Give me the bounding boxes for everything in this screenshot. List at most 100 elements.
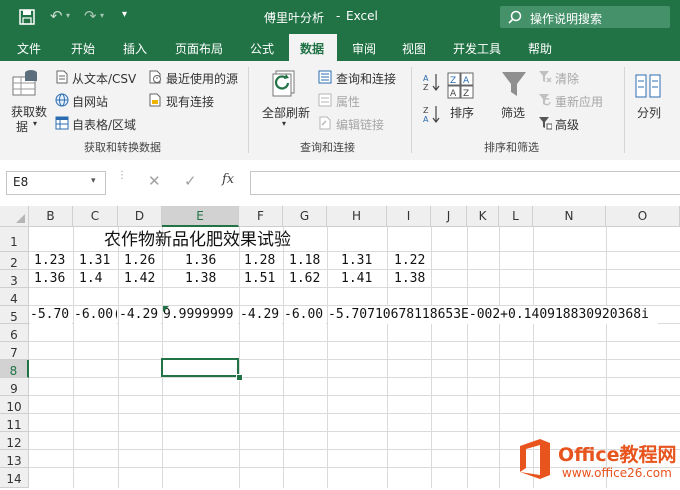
cell-f5[interactable]: -4.29 xyxy=(240,306,282,324)
get-data-button[interactable] xyxy=(11,67,41,102)
get-data-dropdown-icon[interactable]: ▾ xyxy=(33,119,37,128)
name-box[interactable]: E8 ▾ xyxy=(6,171,106,195)
properties-button[interactable]: 属性 xyxy=(336,93,360,110)
clear-button[interactable]: 清除 xyxy=(555,70,579,87)
cell-e2[interactable]: 1.36 xyxy=(185,252,216,270)
column-header-h[interactable]: H xyxy=(327,206,387,227)
cell-i3[interactable]: 1.38 xyxy=(394,270,425,288)
cell-e3[interactable]: 1.38 xyxy=(185,270,216,288)
column-header-c[interactable]: C xyxy=(73,206,118,227)
row-header-6[interactable]: 6 xyxy=(0,324,29,342)
column-header-b[interactable]: B xyxy=(29,206,73,227)
column-header-o[interactable]: O xyxy=(606,206,680,227)
undo-icon[interactable]: ↶ xyxy=(50,7,63,25)
row-header-9[interactable]: 9 xyxy=(0,378,29,396)
from-text-csv-button[interactable]: 从文本/CSV xyxy=(72,70,136,87)
tab-data[interactable]: 数据 xyxy=(300,40,324,57)
cell-b2[interactable]: 1.23 xyxy=(34,252,65,270)
select-all-corner[interactable] xyxy=(0,206,29,227)
tab-review[interactable]: 审阅 xyxy=(352,40,376,57)
row-header-5[interactable]: 5 xyxy=(0,306,29,324)
fill-handle[interactable] xyxy=(236,374,243,381)
column-header-f[interactable]: F xyxy=(239,206,283,227)
cancel-icon[interactable]: ✕ xyxy=(148,172,161,190)
row-header-7[interactable]: 7 xyxy=(0,342,29,360)
row-header-1[interactable]: 1 xyxy=(0,227,29,252)
text-to-columns-label[interactable]: 分列 xyxy=(637,104,661,121)
column-header-l[interactable]: L xyxy=(499,206,533,227)
customize-toolbar-icon[interactable]: ▾ xyxy=(122,9,127,20)
from-web-button[interactable]: 自网站 xyxy=(72,93,108,110)
text-to-columns-button[interactable] xyxy=(635,72,663,103)
tab-help[interactable]: 帮助 xyxy=(528,40,552,57)
search-box[interactable]: 操作说明搜索 xyxy=(500,6,670,28)
existing-connections-button[interactable]: 现有连接 xyxy=(166,93,214,110)
cell-c2[interactable]: 1.31 xyxy=(79,252,110,270)
column-header-e[interactable]: E xyxy=(162,206,239,227)
cell-h5[interactable]: -5.70710678118653E-002+0.140918830920368… xyxy=(328,306,658,324)
formula-bar-grip-icon[interactable]: ⋮ xyxy=(117,171,127,181)
column-header-i[interactable]: I xyxy=(387,206,431,227)
row-header-11[interactable]: 11 xyxy=(0,414,29,432)
cell-h2[interactable]: 1.31 xyxy=(341,252,372,270)
insert-function-button[interactable]: fx xyxy=(222,172,234,187)
tab-page-layout[interactable]: 页面布局 xyxy=(175,40,223,57)
sort-za-button[interactable]: Z A xyxy=(423,105,441,126)
cell-g2[interactable]: 1.18 xyxy=(289,252,320,270)
name-box-dropdown-icon[interactable]: ▾ xyxy=(91,176,96,186)
selected-cell-e8[interactable] xyxy=(161,358,239,377)
cell-f3[interactable]: 1.51 xyxy=(244,270,275,288)
row-header-8[interactable]: 8 xyxy=(0,360,29,378)
cell-c5[interactable]: -6.00( xyxy=(74,306,117,324)
get-data-label-2[interactable]: 据 xyxy=(16,118,28,135)
column-header-j[interactable]: J xyxy=(431,206,467,227)
recent-sources-button[interactable]: 最近使用的源 xyxy=(166,70,238,87)
column-header-d[interactable]: D xyxy=(118,206,162,227)
tab-insert[interactable]: 插入 xyxy=(123,40,147,57)
column-header-k[interactable]: K xyxy=(467,206,499,227)
advanced-button[interactable]: 高级 xyxy=(555,116,579,133)
cell-h3[interactable]: 1.41 xyxy=(341,270,372,288)
cell-d3[interactable]: 1.42 xyxy=(124,270,155,288)
row-header-3[interactable]: 3 xyxy=(0,270,29,288)
tab-formulas[interactable]: 公式 xyxy=(250,40,274,57)
row-header-4[interactable]: 4 xyxy=(0,288,29,306)
reapply-button[interactable]: 重新应用 xyxy=(555,93,603,110)
sort-az-button[interactable]: A Z xyxy=(423,73,441,94)
sort-button[interactable]: Z A A Z xyxy=(447,72,475,103)
cell-g5[interactable]: -6.00 xyxy=(284,306,326,324)
column-header-g[interactable]: G xyxy=(283,206,327,227)
undo-dropdown-icon[interactable]: ▾ xyxy=(66,11,70,20)
from-table-button[interactable]: 自表格/区域 xyxy=(72,116,136,133)
enter-icon[interactable]: ✓ xyxy=(184,172,197,190)
cell-d5[interactable]: -4.29 xyxy=(119,306,161,324)
tab-view[interactable]: 视图 xyxy=(402,40,426,57)
row-header-13[interactable]: 13 xyxy=(0,450,29,468)
row-header-12[interactable]: 12 xyxy=(0,432,29,450)
cell-f2[interactable]: 1.28 xyxy=(244,252,275,270)
tab-developer[interactable]: 开发工具 xyxy=(453,40,501,57)
cell-c3[interactable]: 1.4 xyxy=(79,270,102,288)
sheet-title-cell[interactable]: 农作物新品化肥效果试验 xyxy=(104,229,291,251)
error-indicator-icon[interactable] xyxy=(163,306,170,313)
row-header-2[interactable]: 2 xyxy=(0,252,29,270)
filter-button[interactable] xyxy=(501,70,527,103)
queries-connections-button[interactable]: 查询和连接 xyxy=(336,70,396,87)
save-icon[interactable] xyxy=(19,9,35,25)
column-header-n[interactable]: N xyxy=(533,206,606,227)
redo-icon[interactable]: ↷ xyxy=(84,7,97,25)
cell-b5[interactable]: -5.70 xyxy=(30,306,72,324)
sort-label[interactable]: 排序 xyxy=(450,104,474,121)
row-header-14[interactable]: 14 xyxy=(0,468,29,488)
cell-e5[interactable]: 9.9999999 xyxy=(163,306,238,324)
cell-i2[interactable]: 1.22 xyxy=(394,252,425,270)
tab-home[interactable]: 开始 xyxy=(71,40,95,57)
edit-links-button[interactable]: 编辑链接 xyxy=(336,116,384,133)
row-header-10[interactable]: 10 xyxy=(0,396,29,414)
refresh-dropdown-icon[interactable]: ▾ xyxy=(282,119,286,128)
filter-label[interactable]: 筛选 xyxy=(501,104,525,121)
redo-dropdown-icon[interactable]: ▾ xyxy=(100,11,104,20)
tab-file[interactable]: 文件 xyxy=(17,40,41,57)
cell-b3[interactable]: 1.36 xyxy=(34,270,65,288)
formula-input[interactable] xyxy=(250,171,680,195)
